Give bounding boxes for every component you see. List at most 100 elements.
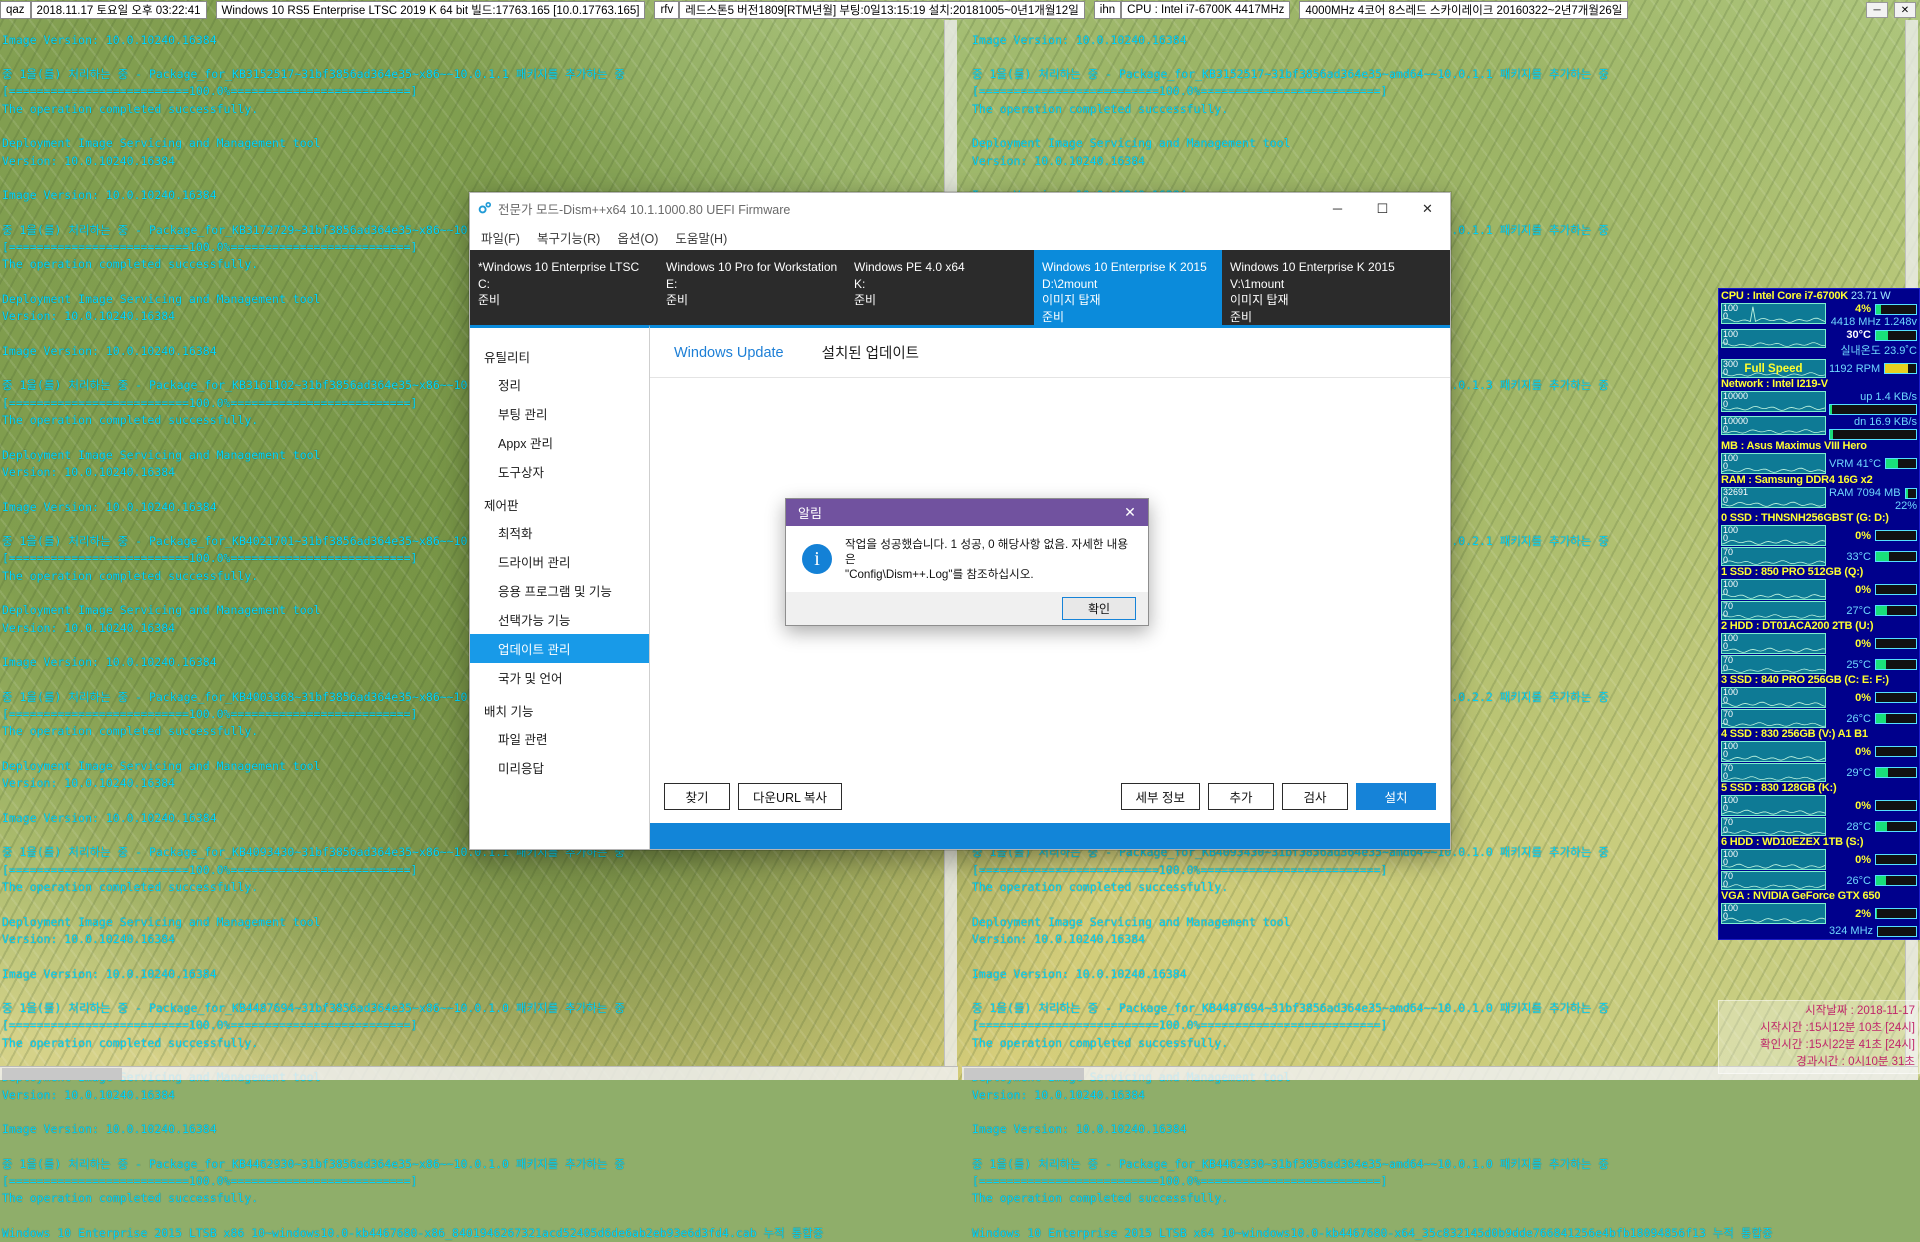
taskbar-gap	[1085, 0, 1094, 20]
hw-sparkline-graph: 1000	[1721, 329, 1826, 348]
gear-icon	[470, 201, 498, 216]
os-tab-4[interactable]: Windows 10 Enterprise K 2015 V:\1mount 이…	[1222, 250, 1410, 325]
os-tab-name: Windows 10 Pro for Workstation	[666, 259, 838, 276]
hw-value-bar	[1875, 821, 1917, 832]
sidebar-item-cleanup[interactable]: 정리	[470, 370, 649, 399]
scrollbar-thumb[interactable]	[964, 1068, 1084, 1080]
close-icon[interactable]: ✕	[1112, 499, 1148, 526]
sidebar-item-file-association[interactable]: 파일 관련	[470, 724, 649, 753]
os-tab-0[interactable]: *Windows 10 Enterprise LTSC C: 준비	[470, 250, 658, 325]
hw-stat-values: 26°C	[1829, 871, 1917, 890]
window-minimize-button[interactable]: ─	[1315, 193, 1360, 224]
hw-value-bar	[1875, 584, 1917, 595]
hw-stat-values: 0%	[1829, 525, 1917, 546]
sidebar-item-country-and-language[interactable]: 국가 및 언어	[470, 663, 649, 692]
hw-primary-value: 4%	[1855, 303, 1871, 315]
hw-value-bar	[1875, 713, 1917, 724]
copy-download-url-button[interactable]: 다운URL 복사	[738, 783, 842, 810]
scrollbar-thumb[interactable]	[2, 1068, 122, 1080]
taskbar-item-cpu[interactable]: CPU : Intel i7-6700K 4417MHz	[1121, 1, 1290, 19]
hw-stat-values: 324 MHz	[1829, 925, 1917, 937]
hw-secondary-value: dn 16.9 KB/s	[1829, 416, 1917, 428]
sidebar-item-toolbox[interactable]: 도구상자	[470, 457, 649, 486]
hw-value-bar	[1905, 488, 1917, 499]
tab-installed-updates[interactable]: 설치된 업데이트	[822, 342, 957, 363]
taskbar-item-cpu-detail[interactable]: 4000MHz 4코어 8스레드 스카이레이크 20160322~2년7개월26…	[1299, 1, 1628, 19]
install-button[interactable]: 설치	[1356, 783, 1436, 810]
taskbar-gap	[1290, 0, 1299, 20]
sidebar-item-optional-features[interactable]: 선택가능 기능	[470, 605, 649, 634]
menu-file[interactable]: 파일(F)	[481, 228, 520, 247]
sidebar-item-driver-management[interactable]: 드라이버 관리	[470, 547, 649, 576]
hw-stat-row: 100000dn 16.9 KB/s	[1721, 416, 1917, 440]
hw-sparkline-graph: 700	[1721, 709, 1826, 728]
hw-stat-values: 0%	[1829, 579, 1917, 600]
os-tab-state: 준비	[854, 292, 1026, 309]
hw-section-title: 1 SSD : 850 PRO 512GB (Q:)	[1721, 566, 1917, 578]
taskbar-close-button[interactable]: ✕	[1894, 2, 1916, 18]
hw-value-bar	[1885, 458, 1917, 469]
hw-primary-value: 0%	[1855, 584, 1871, 596]
sidebar-item-appx-management[interactable]: Appx 관리	[470, 428, 649, 457]
sidebar-item-apps-and-features[interactable]: 응용 프로그램 및 기능	[470, 576, 649, 605]
hw-sparkline-graph: 1000	[1721, 903, 1826, 924]
os-tab-2[interactable]: Windows PE 4.0 x64 K: 준비	[846, 250, 1034, 325]
hw-value-line: 28°C	[1829, 821, 1917, 833]
window-close-button[interactable]: ✕	[1405, 193, 1450, 224]
hw-value-line: 0%	[1829, 638, 1917, 650]
window-maximize-button[interactable]: ☐	[1360, 193, 1405, 224]
os-tab-1[interactable]: Windows 10 Pro for Workstation E: 준비	[658, 250, 846, 325]
sidebar-item-unattend[interactable]: 미리응답	[470, 753, 649, 782]
os-tab-3-selected[interactable]: Windows 10 Enterprise K 2015 D:\2mount 이…	[1034, 250, 1222, 325]
menu-options[interactable]: 옵션(O)	[617, 228, 658, 247]
taskbar-item-ihn[interactable]: ihn	[1094, 1, 1121, 19]
hw-sparkline-graph: 100000	[1721, 416, 1826, 435]
hw-value-bar	[1877, 926, 1917, 937]
taskbar-item-datetime[interactable]: 2018.11.17 토요일 오후 03:22:41	[31, 1, 207, 19]
sidebar-item-optimization[interactable]: 최적화	[470, 518, 649, 547]
hw-sparkline-graph: 1000	[1721, 633, 1826, 654]
hw-sparkline-graph: 3000Full Speed	[1721, 359, 1826, 378]
hw-primary-value: 0%	[1855, 530, 1871, 542]
taskbar-item-os-build[interactable]: Windows 10 RS5 Enterprise LTSC 2019 K 64…	[216, 1, 646, 19]
hw-primary-value: 324 MHz	[1829, 925, 1873, 937]
os-tab-name: Windows 10 Enterprise K 2015	[1042, 259, 1214, 276]
hw-section-title: Network : Intel I219-V	[1721, 378, 1917, 390]
hw-stat-values: RAM 7094 MB22%	[1829, 487, 1917, 512]
hw-value-line: 27°C	[1829, 605, 1917, 617]
os-tab-name: Windows PE 4.0 x64	[854, 259, 1026, 276]
hw-section-power: 23.71 W	[1848, 290, 1890, 302]
hw-value-bar	[1875, 605, 1917, 616]
hw-sparkline-graph: 1000	[1721, 525, 1826, 546]
hw-fan-fullspeed-label: Full Speed	[1722, 363, 1825, 375]
hw-stat-row: 10000%	[1721, 687, 1917, 708]
menu-help[interactable]: 도움말(H)	[675, 228, 727, 247]
taskbar-item-rfv[interactable]: rfv	[654, 1, 679, 19]
add-button[interactable]: 추가	[1208, 783, 1274, 810]
details-button[interactable]: 세부 정보	[1121, 783, 1200, 810]
taskbar-minimize-button[interactable]: ─	[1866, 2, 1888, 18]
hw-secondary-value: 4418 MHz 1.248v	[1829, 316, 1917, 328]
menu-recovery[interactable]: 복구기능(R)	[537, 228, 600, 247]
scan-button[interactable]: 검사	[1282, 783, 1348, 810]
tab-windows-update[interactable]: Windows Update	[674, 345, 822, 361]
os-tab-name: Windows 10 Enterprise K 2015	[1230, 259, 1402, 276]
hw-stat-values: 0%	[1829, 687, 1917, 708]
taskbar-item-redstone-info[interactable]: 레드스톤5 버전1809[RTM년월] 부팅:0일13:15:19 설치:201…	[679, 1, 1085, 19]
alert-titlebar[interactable]: 알림 ✕	[786, 499, 1148, 526]
hw-value-bar	[1884, 363, 1917, 374]
alert-ok-button[interactable]: 확인	[1062, 597, 1136, 620]
sidebar-item-update-management[interactable]: 업데이트 관리	[470, 634, 649, 663]
hw-stat-row: 100000up 1.4 KB/s	[1721, 391, 1917, 415]
window-titlebar[interactable]: 전문가 모드-Dism++x64 10.1.1000.80 UEFI Firmw…	[470, 193, 1450, 224]
console-left-hscrollbar[interactable]	[0, 1066, 958, 1080]
os-tab-state: 준비	[666, 292, 838, 309]
sidebar-item-boot-management[interactable]: 부팅 관리	[470, 399, 649, 428]
alert-footer: 확인	[786, 592, 1148, 625]
hw-value-line: VRM 41°C	[1829, 458, 1917, 470]
hw-stat-row: 10000%	[1721, 795, 1917, 816]
alert-message: 작업을 성공했습니다. 1 성공, 0 해당사항 없음. 자세한 내용은 "Co…	[845, 537, 1134, 582]
os-tab-path: K:	[854, 276, 1026, 293]
taskbar-item-qaz[interactable]: qaz	[0, 1, 31, 19]
find-button[interactable]: 찾기	[664, 783, 730, 810]
